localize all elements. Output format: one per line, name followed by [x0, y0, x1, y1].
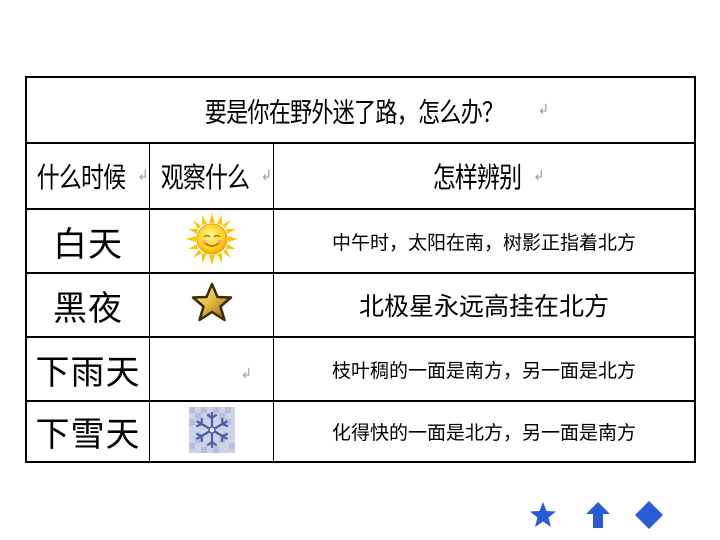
icon-cell: ↲ [150, 338, 274, 400]
star-icon [190, 281, 234, 329]
return-mark: ↲ [137, 168, 149, 184]
when-label: 黑夜 [53, 288, 123, 329]
snowflake-icon [188, 406, 235, 457]
table-title: 要是你在野外迷了路，怎么办？ [204, 97, 503, 129]
return-mark: ↲ [260, 168, 273, 184]
header-row: 什么时候 ↲ 观察什么 ↲ 怎样辨别 ↲ [27, 144, 694, 210]
table-title-cell: 要是你在野外迷了路，怎么办？ ↲ [27, 78, 694, 142]
how-text: 枝叶稠的一面是南方，另一面是北方 [331, 359, 636, 382]
how-text: 中午时，太阳在南，树影正指着北方 [331, 231, 636, 254]
header-observe: 观察什么 [160, 161, 249, 194]
return-mark: ↲ [533, 168, 545, 184]
how-cell: 枝叶稠的一面是南方，另一面是北方 [274, 338, 694, 400]
icon-cell [150, 210, 274, 272]
how-cell: 化得快的一面是北方，另一面是南方 [274, 402, 694, 461]
header-cell: 什么时候 ↲ [27, 144, 150, 208]
table-title-row: 要是你在野外迷了路，怎么办？ ↲ [27, 78, 694, 144]
how-cell: 中午时，太阳在南，树影正指着北方 [274, 210, 694, 272]
icon-cell [150, 274, 274, 336]
how-cell: 北极星永远高挂在北方 [274, 274, 694, 336]
when-cell: 下雪天 [27, 402, 150, 461]
when-label: 下雨天 [35, 352, 141, 393]
nav-diamond-icon[interactable] [634, 500, 664, 530]
table-row: 黑夜 北极星永远高挂在北方 [27, 274, 694, 338]
header-cell: 怎样辨别 ↲ [274, 144, 694, 208]
nav-up-arrow-icon[interactable] [583, 500, 613, 530]
sun-icon [185, 212, 239, 270]
when-cell: 白天 [27, 210, 150, 272]
table-row: 白天 中午时，太阳在南，树影正指着北方 [27, 210, 694, 274]
return-mark: ↲ [240, 366, 253, 382]
header-when: 什么时候 [36, 161, 126, 194]
icon-cell [150, 402, 274, 461]
how-text: 化得快的一面是北方，另一面是南方 [331, 422, 636, 444]
nav-star-icon[interactable] [528, 500, 558, 530]
when-label: 下雪天 [35, 415, 141, 455]
table-row: 下雨天 ↲ 枝叶稠的一面是南方，另一面是北方 [27, 338, 694, 402]
when-cell: 下雨天 [27, 338, 150, 400]
when-label: 白天 [53, 224, 123, 265]
when-cell: 黑夜 [27, 274, 150, 336]
table-row: 下雪天 化得快的一面是北方，另一面是南方 [27, 402, 694, 461]
header-how: 怎样辨别 [432, 161, 522, 194]
return-mark: ↲ [537, 102, 550, 118]
header-cell: 观察什么 ↲ [150, 144, 274, 208]
direction-table: 要是你在野外迷了路，怎么办？ ↲ 什么时候 ↲ 观察什么 ↲ 怎样辨别 ↲ 白天 [25, 76, 696, 463]
how-text: 北极星永远高挂在北方 [358, 292, 609, 321]
